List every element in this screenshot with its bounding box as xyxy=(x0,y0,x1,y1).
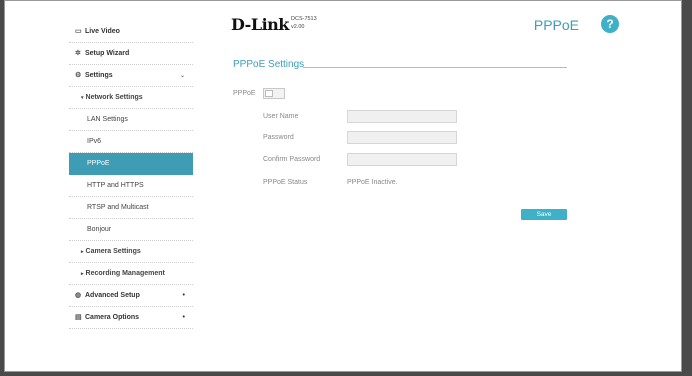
sidebar-item-lan-settings[interactable]: LAN Settings xyxy=(69,109,193,131)
password-field[interactable] xyxy=(347,131,457,144)
sidebar-item-bonjour[interactable]: Bonjour xyxy=(69,219,193,241)
sidebar-item-label: RTSP and Multicast xyxy=(87,204,149,211)
help-icon[interactable]: ? xyxy=(601,15,619,33)
sidebar-item-network-settings[interactable]: ▾ Network Settings xyxy=(69,87,193,109)
sidebar-item-label: Network Settings xyxy=(85,94,143,101)
sidebar-item-label: LAN Settings xyxy=(87,116,128,123)
camera-options-icon: ▤ xyxy=(75,314,82,321)
sidebar-item-label: Bonjour xyxy=(87,226,112,233)
model-name: DCS-7513 xyxy=(291,16,317,22)
section-title: PPPoE Settings xyxy=(233,59,305,70)
password-label: Password xyxy=(263,134,294,141)
chevron-right-icon: ▸ xyxy=(81,249,84,255)
sidebar-item-label: PPPoE xyxy=(87,160,110,167)
confirm-password-field[interactable] xyxy=(347,153,457,166)
advanced-icon: ◍ xyxy=(75,292,82,299)
sidebar-item-label: Settings xyxy=(85,72,113,79)
wand-icon: ✲ xyxy=(75,50,81,57)
username-label: User Name xyxy=(263,113,299,120)
sidebar-item-ipv6[interactable]: IPv6 xyxy=(69,131,193,153)
status-label: PPPoE Status xyxy=(263,179,308,186)
pppoe-toggle[interactable] xyxy=(263,88,285,99)
expand-dot-icon: • xyxy=(182,292,185,299)
sidebar-item-http-https[interactable]: HTTP and HTTPS xyxy=(69,175,193,197)
sidebar-item-recording-management[interactable]: ▸ Recording Management xyxy=(69,263,193,285)
confirm-password-label: Confirm Password xyxy=(263,156,321,163)
sidebar-item-label: HTTP and HTTPS xyxy=(87,182,144,189)
sidebar-item-label: IPv6 xyxy=(87,138,102,145)
pppoe-toggle-label: PPPoE xyxy=(233,90,256,97)
sidebar-item-label: Setup Wizard xyxy=(85,50,130,57)
section-divider xyxy=(303,67,567,68)
page-title: PPPoE xyxy=(533,17,579,33)
chevron-down-icon: ⌄ xyxy=(179,73,185,79)
sidebar-item-live-video[interactable]: ▭ Live Video xyxy=(69,21,193,43)
sidebar-item-camera-options[interactable]: ▤ Camera Options • xyxy=(69,307,193,329)
app-frame: ▭ Live Video ✲ Setup Wizard ⚙ Settings ⌄ ▾ N… xyxy=(4,0,682,372)
status-value: PPPoE Inactive. xyxy=(347,179,398,186)
sidebar-item-label: Recording Management xyxy=(85,270,165,277)
firmware-version: v2.00 xyxy=(291,24,305,30)
sidebar-item-label: Advanced Setup xyxy=(85,292,140,299)
model-info: DCS-7513 v2.00 xyxy=(291,15,317,31)
sidebar-item-settings[interactable]: ⚙ Settings ⌄ xyxy=(69,65,193,87)
sidebar-item-advanced-setup[interactable]: ◍ Advanced Setup • xyxy=(69,285,193,307)
sidebar-item-label: Camera Options xyxy=(85,314,140,321)
toggle-knob xyxy=(265,90,273,97)
sidebar-item-pppoe[interactable]: PPPoE xyxy=(69,153,193,175)
sidebar-item-label: Live Video xyxy=(85,28,120,35)
sidebar-item-rtsp-multicast[interactable]: RTSP and Multicast xyxy=(69,197,193,219)
sidebar: ▭ Live Video ✲ Setup Wizard ⚙ Settings ⌄ ▾ N… xyxy=(69,21,193,329)
gear-icon: ⚙ xyxy=(75,72,82,79)
save-button[interactable]: Save xyxy=(521,209,567,220)
sidebar-item-setup-wizard[interactable]: ✲ Setup Wizard xyxy=(69,43,193,65)
chevron-right-icon: ▸ xyxy=(81,271,84,277)
sidebar-item-label: Camera Settings xyxy=(85,248,141,255)
chevron-down-icon: ▾ xyxy=(81,95,84,101)
sidebar-item-camera-settings[interactable]: ▸ Camera Settings xyxy=(69,241,193,263)
brand-logo: D-Link xyxy=(231,15,289,34)
video-icon: ▭ xyxy=(75,28,82,35)
username-field[interactable] xyxy=(347,110,457,123)
expand-dot-icon: • xyxy=(182,314,185,321)
